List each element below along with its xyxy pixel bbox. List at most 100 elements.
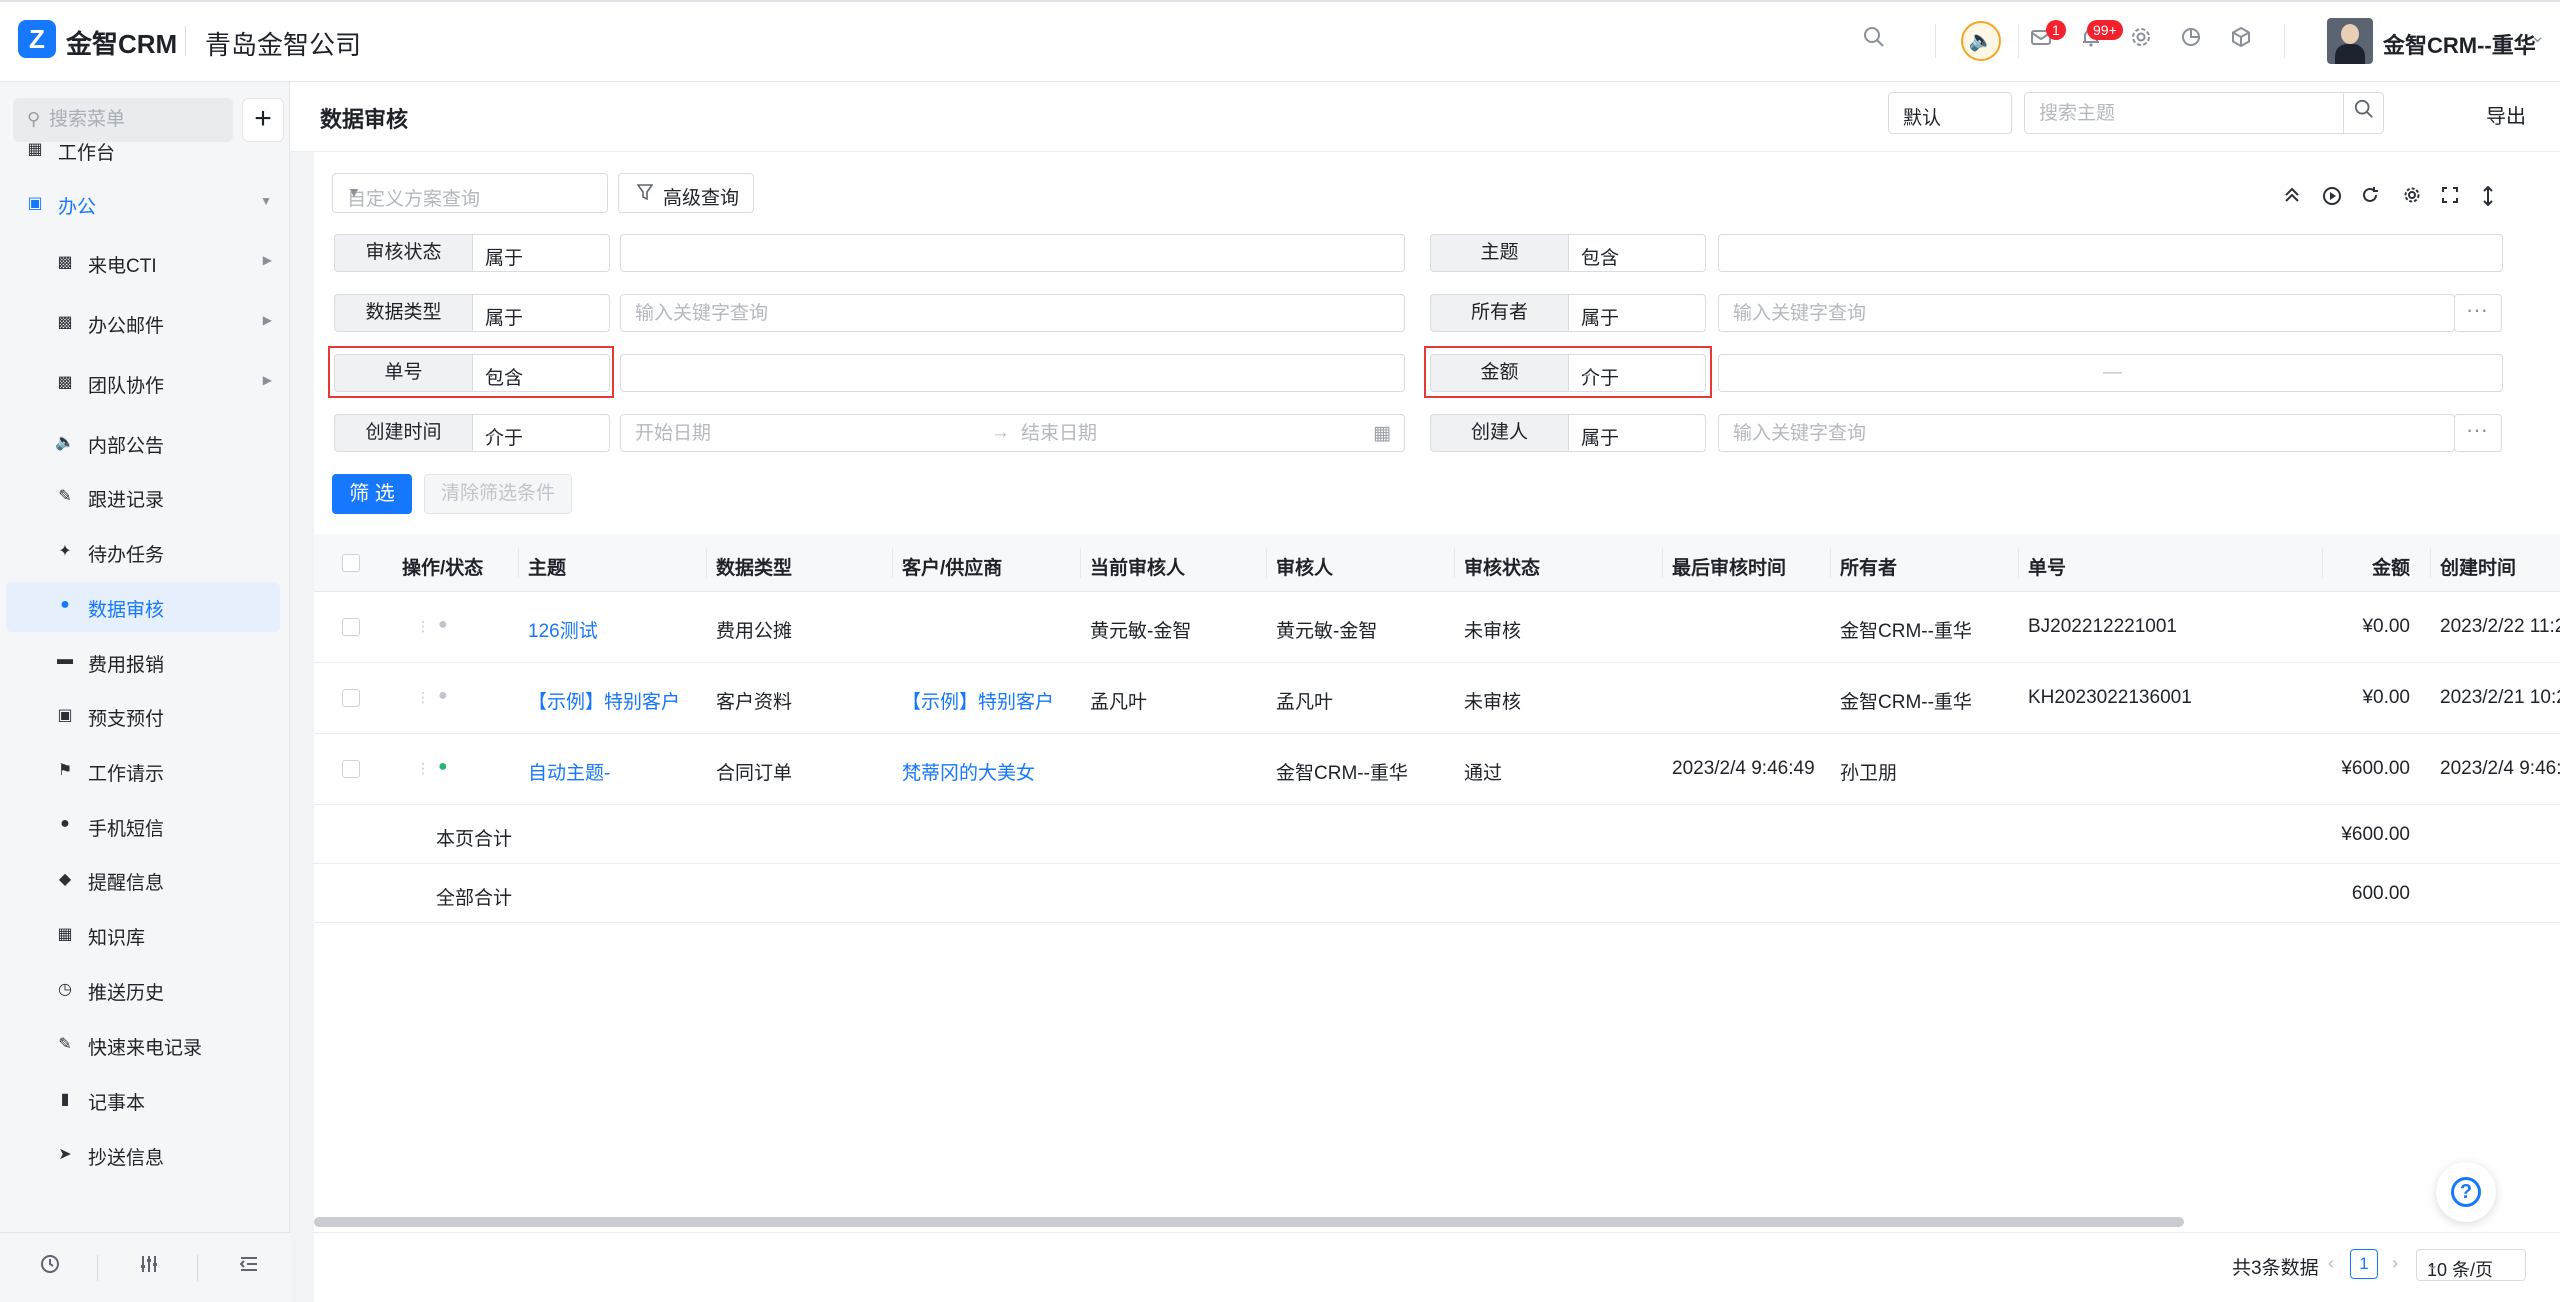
sidebar-item[interactable]: ▣ 办公 ▼ [6,179,280,229]
filter-button[interactable]: 筛 选 [332,474,412,514]
column-header[interactable]: 金额 [2332,553,2410,580]
user-name[interactable]: 金智CRM--重华 [2383,28,2536,60]
filter-value-input[interactable] [620,234,1405,272]
column-header[interactable]: 数据类型 [716,553,792,580]
row-checkbox[interactable] [342,689,360,707]
sidebar-item[interactable]: ➤ 抄送信息 [6,1130,280,1180]
filter-operator-select[interactable]: 包含 ⌄ [1568,234,1706,272]
column-divider[interactable] [2322,548,2323,578]
amount-min-input[interactable] [1733,362,2073,386]
end-date-input[interactable] [1021,422,1321,446]
date-range-picker[interactable]: →▦ [620,414,1405,452]
filter-value-input[interactable] [620,294,1405,332]
column-header[interactable]: 审核人 [1276,553,1333,580]
row-checkbox[interactable] [342,618,360,636]
table-row[interactable]: ⋮ ● 自动主题- 合同订单 梵蒂冈的大美女 金智CRM--重华 通过 2023/2/4 9:… [314,734,2560,805]
settings-icon[interactable] [2400,186,2424,210]
filter-operator-select[interactable]: 属于 ⌄ [1568,414,1706,452]
filter-value-field[interactable] [635,242,1390,266]
filter-value-field[interactable] [635,362,1390,386]
filter-operator-select[interactable]: 属于 ⌄ [1568,294,1706,332]
sidebar-item[interactable]: ● 手机短信 [6,801,280,851]
filter-value-field[interactable] [1733,242,2488,266]
sidebar-item[interactable]: 🔈 内部公告 [6,418,280,468]
table-row[interactable]: ⋮ ● 126测试 费用公摊 黄元敏-金智 黄元敏-金智 未审核 金智CRM--重华 BJ202… [314,592,2560,663]
logo-text[interactable]: 金智CRM [66,24,177,61]
collapse-up-icon[interactable] [2280,186,2304,210]
logo-icon[interactable]: Z [18,20,56,58]
column-divider[interactable] [892,548,893,578]
row-height-icon[interactable] [2476,185,2500,210]
filter-value-input[interactable] [1718,414,2455,452]
filter-value-field[interactable] [1733,422,2440,446]
sidebar-item[interactable]: ▦ 知识库 [6,910,280,960]
sidebar-item[interactable]: ▮ 记事本 [6,1075,280,1125]
column-divider[interactable] [2018,548,2019,578]
row-checkbox[interactable] [342,760,360,778]
horizontal-scrollbar[interactable] [314,1217,2184,1227]
chevron-down-icon[interactable]: ⌄ [2530,26,2545,47]
column-header[interactable]: 单号 [2028,553,2066,580]
sidebar-item[interactable]: ▦ 工作台 [6,125,280,175]
sidebar-item[interactable]: ▩ 团队协作 ▶ [6,358,280,408]
cell-customer[interactable]: 【示例】特别客户 [902,687,1054,714]
search-icon[interactable] [2343,93,2383,133]
sidebar-item[interactable]: ✦ 待办任务 [6,527,280,577]
column-divider[interactable] [1454,548,1455,578]
start-date-input[interactable] [635,422,935,446]
column-header[interactable]: 操作/状态 [402,553,483,580]
filter-operator-select[interactable]: 属于 ⌄ [472,234,610,272]
filter-value-field[interactable] [1733,302,2440,326]
sliders-icon[interactable] [134,1253,164,1283]
sidebar-item[interactable]: ◷ 推送历史 [6,965,280,1015]
table-row[interactable]: ⋮ ● 【示例】特别客户 客户资料 【示例】特别客户 孟凡叶 孟凡叶 未审核 金智CRM--重华… [314,663,2560,734]
custom-plan-select[interactable]: 自定义方案查询 ▼ [332,173,608,213]
select-all-checkbox[interactable] [342,554,360,572]
company-name[interactable]: 青岛金智公司 [205,25,361,62]
next-page-icon[interactable]: › [2392,1253,2398,1274]
sidebar-item[interactable]: ▣ 预支预付 [6,691,280,741]
column-divider[interactable] [1266,548,1267,578]
sidebar-item[interactable]: ⚑ 工作请示 [6,746,280,796]
column-divider[interactable] [1662,548,1663,578]
fullscreen-icon[interactable] [2438,186,2462,210]
column-divider[interactable] [2430,548,2431,578]
search-icon[interactable] [1857,24,1891,58]
advanced-query-button[interactable]: 高级查询 [618,173,754,213]
cell-subject[interactable]: 自动主题- [528,758,610,785]
history-icon[interactable] [35,1253,65,1283]
subject-search-input[interactable] [2039,101,2339,127]
subject-search[interactable] [2024,92,2384,134]
cube-icon[interactable] [2224,24,2258,58]
filter-value-input[interactable] [1718,294,2455,332]
filter-operator-select[interactable]: 介于 ⌄ [472,414,610,452]
clear-filters-button[interactable]: 清除筛选条件 [424,474,572,514]
cell-customer[interactable]: 梵蒂冈的大美女 [902,758,1035,785]
sidebar-item[interactable]: ✎ 跟进记录 [6,472,280,522]
filter-value-input[interactable] [1718,234,2503,272]
collapse-menu-icon[interactable] [234,1253,264,1283]
speaker-icon[interactable]: 🔈 [1961,21,2001,61]
column-divider[interactable] [518,548,519,578]
export-button[interactable]: 导出 [2486,100,2526,129]
drag-handle-icon[interactable]: ⋮ [416,760,430,777]
cell-subject[interactable]: 126测试 [528,616,598,643]
column-header[interactable]: 主题 [528,553,566,580]
help-button[interactable]: ? [2436,1162,2496,1222]
sidebar-item[interactable]: ✎ 快速来电记录 [6,1020,280,1070]
page-size-select[interactable]: 10 条/页 ⌄ [2416,1249,2526,1281]
sidebar-item[interactable]: ▩ 办公邮件 ▶ [6,298,280,348]
column-divider[interactable] [1830,548,1831,578]
filter-value-field[interactable] [635,302,1390,326]
filter-value-input[interactable] [620,354,1405,392]
pie-chart-icon[interactable] [2174,24,2208,58]
column-header[interactable]: 客户/供应商 [902,553,1002,580]
page-number-current[interactable]: 1 [2350,1249,2378,1279]
sidebar-item[interactable]: ▩ 来电CTI ▶ [6,238,280,288]
sidebar-item[interactable]: ● 数据审核 [6,582,280,632]
more-options-button[interactable]: ··· [2454,294,2502,332]
sidebar-item[interactable]: ▬ 费用报销 [6,637,280,687]
column-header[interactable]: 审核状态 [1464,553,1540,580]
settings-icon[interactable] [2124,24,2158,58]
sidebar-item[interactable]: ◆ 提醒信息 [6,855,280,905]
